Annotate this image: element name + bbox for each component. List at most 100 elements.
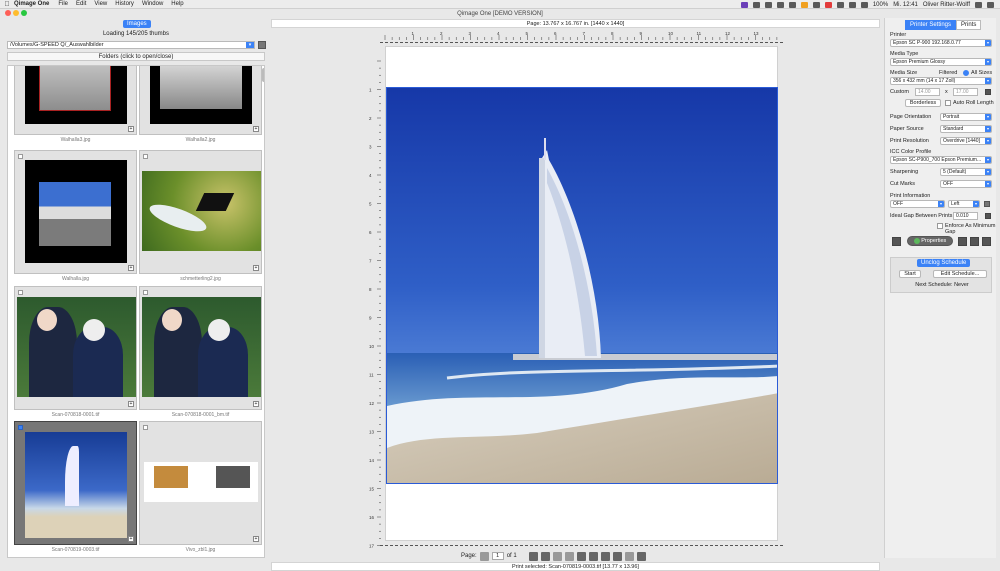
status-app-icon[interactable] xyxy=(740,1,748,8)
cutmarks-select[interactable]: OFF ▾ xyxy=(940,180,992,188)
start-button[interactable]: Start xyxy=(899,270,921,278)
print-info-select[interactable]: OFF ▾ xyxy=(890,200,945,208)
photo-preview[interactable] xyxy=(386,87,778,484)
thumbnail-tile[interactable]: + xyxy=(14,150,137,274)
battery-label[interactable]: 100% xyxy=(873,2,888,8)
badge-icon[interactable]: + xyxy=(128,126,134,132)
status-dropbox-icon[interactable] xyxy=(764,1,772,8)
fit-page-icon[interactable] xyxy=(564,551,574,561)
menu-help[interactable]: Help xyxy=(171,1,183,7)
folders-toggle[interactable]: Folders (click to open/close) xyxy=(7,52,265,61)
status-alert-icon[interactable] xyxy=(824,1,832,8)
status-cloud-icon[interactable] xyxy=(776,1,784,8)
thumbnail-tile[interactable]: + xyxy=(14,286,137,410)
tab-printer-settings[interactable]: Printer Settings xyxy=(905,20,957,30)
page-number-field[interactable]: 1 xyxy=(491,552,504,560)
print-info-position-select[interactable]: Left ▾ xyxy=(948,200,980,208)
thumbnail-tile[interactable]: + xyxy=(139,150,262,274)
print-info-value: OFF xyxy=(893,201,903,207)
folder-path-select[interactable]: /Volumes/G-SPEED Q/_Auswahlbilder ▾ xyxy=(7,41,255,49)
chevron-down-icon[interactable]: ▾ xyxy=(246,42,254,48)
status-shield-icon[interactable] xyxy=(788,1,796,8)
thumbnail-checkbox[interactable] xyxy=(143,425,148,430)
next-page-icon[interactable] xyxy=(540,551,550,561)
grid-4-icon[interactable] xyxy=(588,551,598,561)
status-timemachine-icon[interactable] xyxy=(812,1,820,8)
enforce-checkbox[interactable] xyxy=(937,223,943,229)
orientation-select[interactable]: Portrait ▾ xyxy=(940,113,992,121)
badge-icon[interactable]: + xyxy=(128,265,134,271)
color-icon[interactable] xyxy=(624,551,634,561)
borderless-button[interactable]: Borderless xyxy=(905,99,941,107)
layers-icon[interactable] xyxy=(612,551,622,561)
prev-page-icon[interactable] xyxy=(528,551,538,561)
badge-icon[interactable]: + xyxy=(253,401,259,407)
properties-button[interactable]: Properties xyxy=(907,236,953,246)
font-icon[interactable] xyxy=(984,201,990,207)
ruler-left-label: 17 xyxy=(369,544,375,549)
gap-field[interactable]: 0.010 xyxy=(953,212,978,220)
folder-browse-icon[interactable] xyxy=(258,41,266,49)
icc-select[interactable]: Epson SC-P900_700 Epson Premium... ▾ xyxy=(890,156,992,164)
unclog-schedule-button[interactable]: Unclog Schedule xyxy=(917,259,971,267)
open-folder-icon[interactable] xyxy=(958,237,967,246)
badge-icon[interactable]: + xyxy=(253,126,259,132)
page-preview[interactable] xyxy=(385,46,778,541)
printer-select[interactable]: Epson SC P-900 192.168.0.77 ▾ xyxy=(890,39,992,47)
sharpening-select[interactable]: 5 (Default) ▾ xyxy=(940,168,992,176)
thumbnail-tile[interactable]: + xyxy=(139,286,262,410)
menu-app-name[interactable]: Qimage One xyxy=(14,1,49,7)
resolution-select[interactable]: Overdrive [1440] ▾ xyxy=(940,137,992,145)
status-volume-icon[interactable] xyxy=(860,1,868,8)
custom-width-field[interactable]: 14.00 xyxy=(915,88,940,96)
thumbnail-checkbox[interactable] xyxy=(18,425,23,430)
badge-icon[interactable]: + xyxy=(128,536,134,542)
tab-prints[interactable]: Prints xyxy=(956,20,982,30)
menu-view[interactable]: View xyxy=(94,1,107,7)
badge-icon[interactable]: + xyxy=(253,536,259,542)
menu-window[interactable]: Window xyxy=(142,1,163,7)
auto-roll-checkbox[interactable] xyxy=(945,100,951,106)
paper-source-select[interactable]: Standard ▾ xyxy=(940,125,992,133)
search-icon[interactable] xyxy=(975,1,982,8)
all-sizes-radio[interactable] xyxy=(963,70,969,76)
apple-icon[interactable]:  xyxy=(0,1,14,8)
media-size-select[interactable]: 356 x 432 mm (14 x 17 Zoll) ▾ xyxy=(890,77,992,85)
edit-schedule-button[interactable]: Edit Schedule... xyxy=(933,270,987,278)
page-select-icon[interactable] xyxy=(479,551,489,561)
grid-2-icon[interactable] xyxy=(576,551,586,561)
thumbnail-checkbox[interactable] xyxy=(18,290,23,295)
status-display-icon[interactable] xyxy=(800,1,808,8)
status-bluetooth-icon[interactable] xyxy=(836,1,844,8)
printer-icon[interactable] xyxy=(892,237,901,246)
badge-icon[interactable]: + xyxy=(253,265,259,271)
thumbnail-tile[interactable]: + xyxy=(14,66,137,135)
thumbnail-tile-selected[interactable]: + xyxy=(14,421,137,545)
thumbnail-checkbox[interactable] xyxy=(18,154,23,159)
settings-icon[interactable] xyxy=(982,237,991,246)
menu-list-icon[interactable] xyxy=(987,1,994,8)
thumbnail-tile[interactable]: + xyxy=(139,66,262,135)
layout-icon[interactable] xyxy=(600,551,610,561)
thumbnail-checkbox[interactable] xyxy=(143,290,148,295)
images-button[interactable]: Images xyxy=(123,20,151,28)
single-page-icon[interactable] xyxy=(552,551,562,561)
thumbnail-tile[interactable]: + xyxy=(139,421,262,545)
status-wifi-icon[interactable] xyxy=(848,1,856,8)
thumbnail-checkbox[interactable] xyxy=(143,154,148,159)
media-type-select[interactable]: Epson Premium Glossy ▾ xyxy=(890,58,992,66)
menu-edit[interactable]: Edit xyxy=(76,1,86,7)
custom-height-field[interactable]: 17.00 xyxy=(953,88,978,96)
badge-icon[interactable]: + xyxy=(128,401,134,407)
menu-history[interactable]: History xyxy=(115,1,134,7)
menu-file[interactable]: File xyxy=(58,1,68,7)
status-monitor-icon[interactable] xyxy=(752,1,760,8)
clock-label[interactable]: Mi. 12:41 xyxy=(893,2,918,8)
scrollbar[interactable] xyxy=(262,68,264,82)
user-label[interactable]: Oliver Ritter-Wolff xyxy=(923,2,970,8)
print-icon[interactable] xyxy=(636,551,646,561)
custom-checkbox[interactable] xyxy=(985,89,991,95)
filtered-label[interactable]: Filtered xyxy=(939,70,957,76)
save-icon[interactable] xyxy=(970,237,979,246)
gap-checkbox[interactable] xyxy=(985,213,991,219)
